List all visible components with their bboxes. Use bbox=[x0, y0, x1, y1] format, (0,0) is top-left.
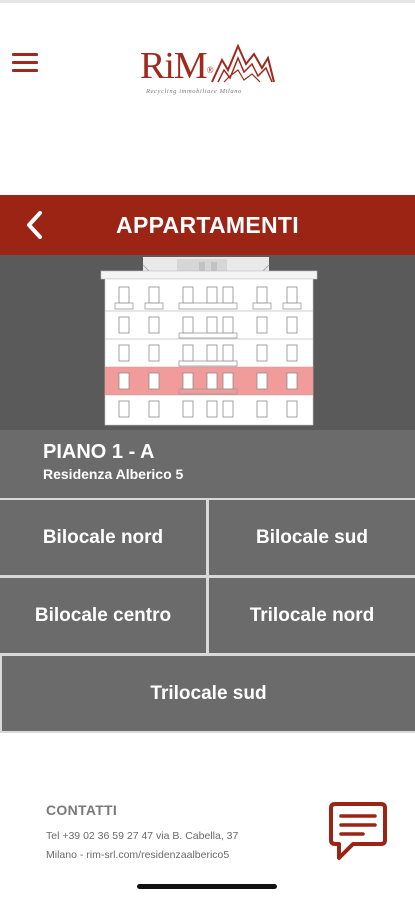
apartment-button-bilocale-sud[interactable]: Bilocale sud bbox=[209, 500, 415, 575]
home-indicator[interactable] bbox=[137, 884, 277, 889]
title-bar: APPARTAMENTI bbox=[0, 195, 415, 255]
hamburger-menu-icon[interactable] bbox=[12, 53, 38, 75]
contacts-title: CONTATTI bbox=[46, 802, 118, 818]
building-view bbox=[0, 255, 415, 430]
contacts-phone-address: Tel +39 02 36 59 27 47 via B. Cabella, 3… bbox=[46, 830, 239, 842]
logo-word: RiM® bbox=[140, 45, 214, 87]
apartment-button-trilocale-nord[interactable]: Trilocale nord bbox=[209, 578, 415, 653]
chat-bubble-icon[interactable] bbox=[327, 800, 389, 864]
mountains-logo-icon bbox=[211, 43, 275, 83]
apartment-button-bilocale-centro[interactable]: Bilocale centro bbox=[0, 578, 206, 653]
building-facade-image[interactable] bbox=[99, 255, 319, 427]
residence-name: Residenza Alberico 5 bbox=[43, 466, 184, 482]
rim-logo: RiM® Recycling immobiliare Milano bbox=[140, 40, 280, 102]
floor-title: PIANO 1 - A bbox=[43, 441, 155, 463]
chevron-left-icon[interactable] bbox=[18, 207, 52, 243]
apartment-button-trilocale-sud[interactable]: Trilocale sud bbox=[2, 656, 415, 731]
page-title: APPARTAMENTI bbox=[116, 212, 299, 238]
logo-tagline: Recycling immobiliare Milano bbox=[146, 88, 242, 95]
contacts-city-website: Milano - rim-srl.com/residenzaalberico5 bbox=[46, 849, 230, 861]
apartment-grid: Bilocale nord Bilocale sud Bilocale cent… bbox=[0, 498, 415, 733]
contacts-section: CONTATTI Tel +39 02 36 59 27 47 via B. C… bbox=[0, 733, 415, 900]
floor-info: PIANO 1 - A Residenza Alberico 5 bbox=[0, 430, 415, 498]
apartment-button-bilocale-nord[interactable]: Bilocale nord bbox=[0, 500, 206, 575]
app-header: RiM® Recycling immobiliare Milano bbox=[0, 3, 415, 195]
